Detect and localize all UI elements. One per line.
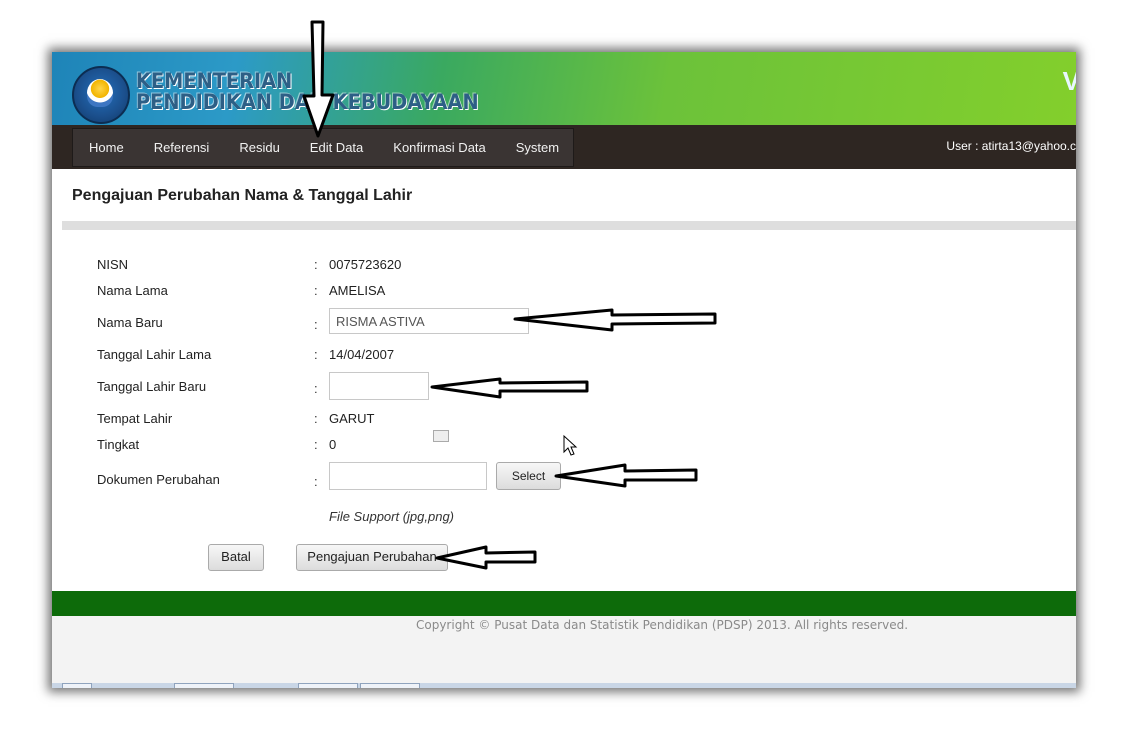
taskbar bbox=[52, 683, 1076, 688]
select-file-button[interactable]: Select bbox=[496, 462, 561, 490]
tanggal-lahir-baru-colon: : bbox=[314, 381, 318, 396]
tingkat-colon: : bbox=[314, 437, 318, 452]
nav-menu: Home Referensi Residu Edit Data Konfirma… bbox=[72, 128, 574, 167]
nama-lama-label: Nama Lama bbox=[97, 283, 168, 298]
main-navbar: Home Referensi Residu Edit Data Konfirma… bbox=[52, 125, 1076, 169]
nav-item-edit-data[interactable]: Edit Data bbox=[295, 140, 378, 155]
nama-lama-colon: : bbox=[314, 283, 318, 298]
taskbar-item[interactable] bbox=[174, 683, 234, 688]
tanggal-lahir-lama-label: Tanggal Lahir Lama bbox=[97, 347, 212, 362]
dokumen-perubahan-label: Dokumen Perubahan bbox=[97, 472, 220, 487]
nav-item-system[interactable]: System bbox=[501, 140, 574, 155]
nama-baru-colon: : bbox=[314, 317, 318, 332]
site-title-line2: PENDIDIKAN DAN KEBUDAYAAN bbox=[136, 90, 479, 114]
tanggal-lahir-lama-value: 14/04/2007 bbox=[329, 347, 395, 362]
footer-band bbox=[52, 591, 1076, 616]
main-content: Pengajuan Perubahan Nama & Tanggal Lahir… bbox=[52, 169, 1076, 591]
taskbar-item[interactable] bbox=[360, 683, 420, 688]
page-title: Pengajuan Perubahan Nama & Tanggal Lahir bbox=[72, 187, 413, 204]
pengajuan-perubahan-button[interactable]: Pengajuan Perubahan bbox=[296, 544, 448, 571]
taskbar-item[interactable] bbox=[62, 683, 92, 688]
nama-baru-input[interactable]: RISMA ASTIVA bbox=[329, 308, 529, 334]
nisn-label: NISN bbox=[97, 257, 129, 272]
tempat-lahir-value: GARUT bbox=[329, 411, 375, 426]
tingkat-label: Tingkat bbox=[97, 437, 140, 452]
nisn-colon: : bbox=[314, 257, 318, 272]
copyright-text: Copyright © Pusat Data dan Statistik Pen… bbox=[415, 618, 909, 632]
taskbar-item[interactable] bbox=[298, 683, 358, 688]
nama-baru-label: Nama Baru bbox=[97, 315, 163, 330]
header-right-text: V bbox=[1062, 66, 1076, 96]
dokumen-perubahan-colon: : bbox=[314, 474, 318, 489]
nisn-value: 0075723620 bbox=[329, 257, 402, 272]
tempat-lahir-colon: : bbox=[314, 411, 318, 426]
title-separator bbox=[62, 221, 1076, 230]
dokumen-perubahan-input[interactable] bbox=[329, 462, 487, 490]
tanggal-lahir-baru-label: Tanggal Lahir Baru bbox=[97, 379, 207, 394]
user-label: User : atirta13@yahoo.c bbox=[946, 139, 1076, 153]
app-window: KEMENTERIAN PENDIDIKAN DAN KEBUDAYAAN V … bbox=[52, 52, 1076, 688]
tempat-lahir-label: Tempat Lahir bbox=[97, 411, 173, 426]
nav-item-referensi[interactable]: Referensi bbox=[139, 140, 225, 155]
nav-item-residu[interactable]: Residu bbox=[224, 140, 294, 155]
nav-item-home[interactable]: Home bbox=[73, 140, 139, 155]
tanggal-lahir-lama-colon: : bbox=[314, 347, 318, 362]
tanggal-lahir-baru-input[interactable] bbox=[329, 372, 429, 400]
tingkat-value: 0 bbox=[329, 437, 337, 452]
nav-item-konfirmasi-data[interactable]: Konfirmasi Data bbox=[378, 140, 500, 155]
ministry-logo bbox=[72, 66, 130, 124]
site-header: KEMENTERIAN PENDIDIKAN DAN KEBUDAYAAN V bbox=[52, 52, 1076, 125]
batal-button[interactable]: Batal bbox=[208, 544, 264, 571]
calendar-icon[interactable] bbox=[433, 430, 449, 442]
file-support-hint: File Support (jpg,png) bbox=[329, 509, 455, 524]
nama-lama-value: AMELISA bbox=[329, 283, 386, 298]
